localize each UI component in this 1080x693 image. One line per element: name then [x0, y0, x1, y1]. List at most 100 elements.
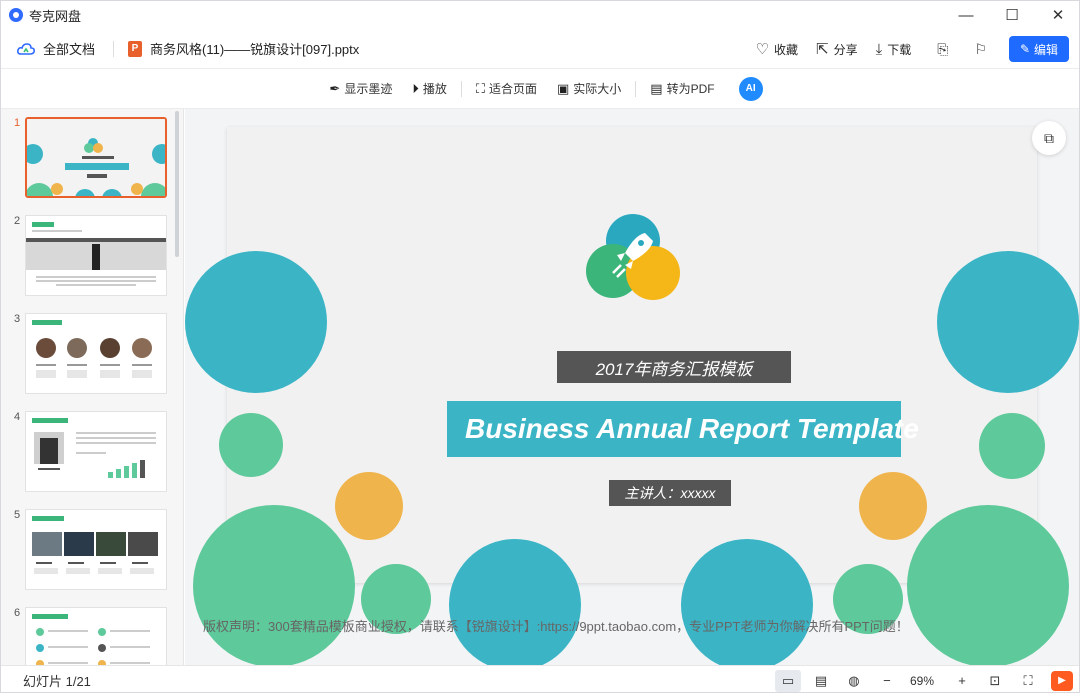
toolbar-divider	[635, 80, 637, 97]
status-bar: 幻灯片 1/21 ▭ ▤ ◍ − 69% + ⊡ ⛶ ▶	[1, 665, 1079, 692]
actual-size-label: 实际大小	[573, 82, 622, 96]
show-ink-button[interactable]: ✒ 显示墨迹	[329, 80, 392, 97]
rocket-logo-icon	[586, 214, 680, 300]
normal-view-icon[interactable]: ▭	[774, 669, 801, 692]
header-actions: ♡ 收藏 ⇱ 分享 ⤓ 下载 ⎘ ⚐ ✎ 编辑	[738, 29, 1069, 69]
viewer-toolbar: ✒ 显示墨迹 ⏵ 播放 ⛶ 适合页面 ▣ 实际大小 ▤ 转为PDF AI	[1, 69, 1079, 109]
zoom-out-icon[interactable]: −	[874, 670, 900, 692]
fit-page-icon: ⛶	[475, 80, 485, 96]
decor-circle	[219, 413, 283, 477]
toolbar-divider	[460, 80, 462, 97]
thumbnail-number: 1	[14, 117, 21, 129]
ppt-file-icon: P	[128, 40, 143, 57]
slide-title: Business Annual Report Template	[447, 401, 919, 457]
status-controls: ▭ ▤ ◍ − 69% + ⊡ ⛶ ▶	[768, 666, 1073, 692]
all-docs-label: 全部文档	[43, 42, 96, 57]
notes-view-icon[interactable]: ▤	[808, 670, 834, 692]
thumbnail-item[interactable]: 3	[1, 313, 176, 397]
thumbnail-item[interactable]: 5	[1, 509, 176, 593]
thumbnail-panel: 1 2 3 4 5 6	[1, 109, 184, 665]
decor-circle	[979, 413, 1045, 479]
actual-size-button[interactable]: ▣ 实际大小	[557, 80, 621, 97]
notes-icon: ⧉	[1044, 129, 1054, 146]
share-label: 分享	[833, 42, 858, 57]
slide-subtitle: 2017年商务汇报模板	[557, 351, 791, 383]
thumbnail-slide-3-preview	[26, 314, 166, 393]
favorite-label: 收藏	[773, 42, 798, 57]
fit-page-button[interactable]: ⛶ 适合页面	[476, 80, 537, 97]
header-divider	[113, 40, 115, 57]
slide-notes-button[interactable]: ⧉	[1032, 121, 1066, 155]
thumbnail-number: 6	[14, 607, 21, 619]
play-button[interactable]: ⏵ 播放	[412, 80, 447, 97]
thumbnail-number: 4	[14, 411, 21, 423]
thumbnail-item[interactable]: 4	[1, 411, 176, 495]
minimize-button[interactable]: —	[943, 1, 989, 29]
thumbnail-number: 5	[14, 509, 21, 521]
slide-presenter: 主讲人：xxxxx	[609, 480, 731, 506]
download-icon: ⤓	[875, 40, 883, 58]
copyright-notice: 版权声明：300套精品模板商业授权，请联系【锐旗设计】:https://9ppt…	[203, 619, 909, 634]
play-circle-icon: ⏵	[412, 80, 419, 96]
thumbnail-image	[25, 215, 167, 296]
slide: 2017年商务汇报模板 Business Annual Report Templ…	[185, 127, 1079, 665]
decor-circle	[681, 539, 813, 665]
fit-window-icon[interactable]: ⊡	[982, 670, 1008, 692]
show-ink-label: 显示墨迹	[344, 82, 393, 96]
decor-circle	[193, 505, 355, 665]
thumbnail-slide-5-preview	[26, 510, 166, 589]
thumbnail-image	[25, 313, 167, 394]
web-view-icon[interactable]: ◍	[841, 670, 867, 692]
window-controls: — ☐ ✕	[943, 1, 1079, 29]
share-icon: ⇱	[815, 41, 829, 58]
thumbnail-number: 3	[14, 313, 21, 325]
fullscreen-icon[interactable]: ⛶	[1015, 670, 1041, 692]
ink-pen-icon: ✒	[329, 80, 341, 96]
favorite-button[interactable]: ♡ 收藏	[756, 40, 798, 58]
thumbnail-image	[25, 607, 167, 665]
pdf-icon: ▤	[650, 80, 663, 96]
thumbnail-number: 2	[14, 215, 21, 227]
heart-icon: ♡	[755, 41, 769, 58]
zoom-level: 69%	[909, 673, 934, 688]
decor-circle	[185, 251, 327, 393]
zoom-in-icon[interactable]: +	[949, 670, 975, 692]
app-title: 夸克网盘	[29, 8, 82, 24]
cloud-icon	[17, 42, 35, 55]
edit-label: 编辑	[1034, 42, 1059, 57]
share-button[interactable]: ⇱ 分享	[816, 40, 858, 58]
slideshow-play-icon[interactable]: ▶	[1051, 670, 1073, 691]
decor-circle	[937, 251, 1079, 393]
to-pdf-button[interactable]: ▤ 转为PDF	[650, 80, 714, 97]
decor-circle	[449, 539, 581, 665]
thumbnail-slide-6-preview	[26, 608, 166, 665]
app-logo-icon	[9, 8, 23, 22]
decor-circle	[859, 472, 927, 540]
thumbnail-item[interactable]: 6	[1, 607, 176, 665]
thumbnail-image	[25, 117, 167, 198]
file-name: 商务风格(11)——锐旗设计[097].pptx	[150, 42, 360, 57]
decor-circle	[907, 505, 1069, 665]
slide-counter: 幻灯片 1/21	[23, 673, 91, 689]
play-label: 播放	[422, 82, 447, 96]
ai-assistant-button[interactable]: AI	[738, 76, 763, 101]
edit-button[interactable]: ✎ 编辑	[1009, 36, 1069, 62]
thumbnail-item[interactable]: 1	[1, 117, 176, 201]
maximize-button[interactable]: ☐	[989, 1, 1035, 29]
thumbnail-image	[25, 509, 167, 590]
document-header: 全部文档 P 商务风格(11)——锐旗设计[097].pptx ♡ 收藏 ⇱ 分…	[1, 29, 1079, 69]
app-window: 夸克网盘 — ☐ ✕ 全部文档 P 商务风格(11)——锐旗设计[097].pp…	[0, 0, 1080, 693]
feedback-icon[interactable]: ⚐	[974, 41, 987, 58]
download-label: 下载	[887, 42, 912, 57]
close-button[interactable]: ✕	[1035, 1, 1079, 29]
thumbnail-image	[25, 411, 167, 492]
decor-circle	[335, 472, 403, 540]
thumbnail-item[interactable]: 2	[1, 215, 176, 299]
thumbnail-slide-1-preview	[27, 119, 165, 196]
pencil-icon: ✎	[1019, 42, 1031, 56]
download-button[interactable]: ⤓ 下载	[876, 41, 912, 58]
export-icon[interactable]: ⎘	[937, 41, 948, 58]
thumbnail-slide-2-preview	[26, 216, 166, 295]
all-docs-link[interactable]: 全部文档	[17, 39, 95, 58]
to-pdf-label: 转为PDF	[666, 82, 715, 96]
